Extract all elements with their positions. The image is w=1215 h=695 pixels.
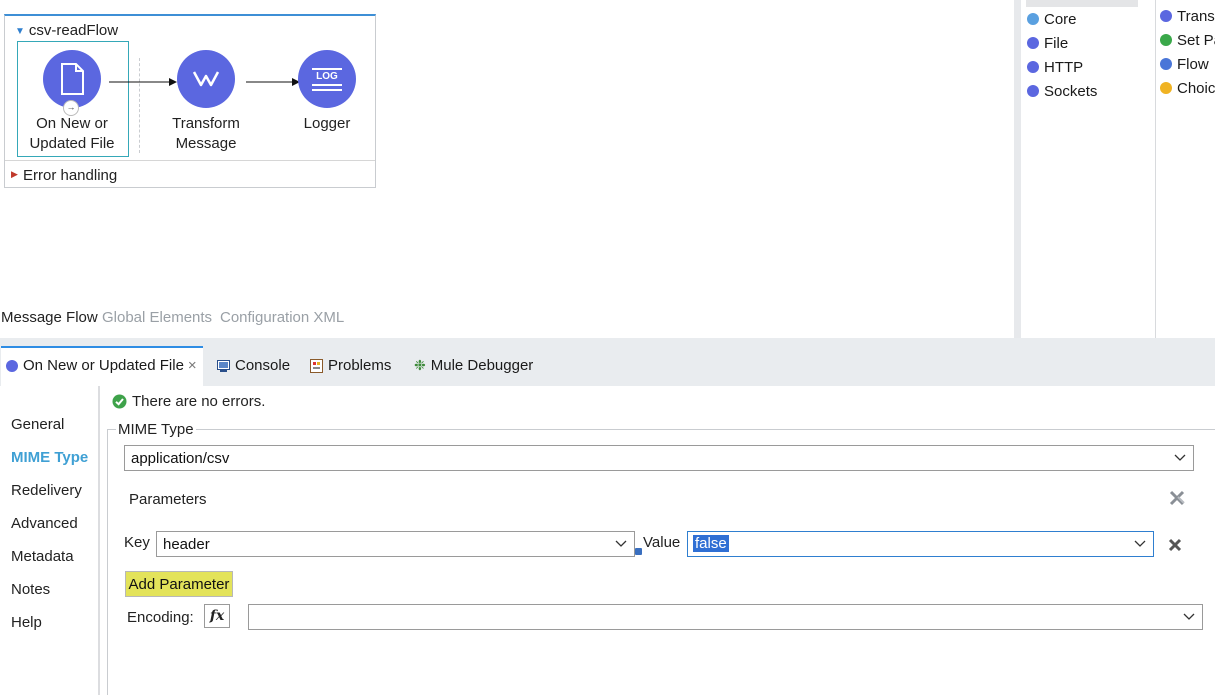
remove-parameter-icon[interactable] <box>1167 537 1183 553</box>
palette-operation-flow[interactable]: Flow <box>1160 53 1215 75</box>
palette-module-core[interactable]: Core <box>1027 8 1097 30</box>
palette-module-sockets[interactable]: Sockets <box>1027 80 1097 102</box>
expand-triangle-icon[interactable]: ▶ <box>11 169 18 180</box>
palette-item-label: Trans <box>1177 7 1215 25</box>
encoding-label: Encoding: <box>127 609 194 626</box>
parameter-key-select[interactable]: header <box>156 531 635 557</box>
connector-arrow <box>109 78 177 86</box>
expression-toggle-button[interactable]: fx <box>204 604 230 628</box>
palette-operations: Trans Set Pa Flow Choic <box>1156 0 1215 338</box>
remove-all-parameters-icon[interactable] <box>1168 489 1186 507</box>
log-icon: LOG <box>312 67 342 91</box>
favorites-item[interactable] <box>1026 0 1138 7</box>
file-icon <box>1027 37 1039 49</box>
tab-label: Problems <box>328 357 392 374</box>
palette-item-label: HTTP <box>1044 58 1084 76</box>
nav-metadata[interactable]: Metadata <box>11 548 74 565</box>
logger-node-icon[interactable]: LOG <box>298 50 356 108</box>
key-label: Key <box>124 534 150 551</box>
nav-redelivery[interactable]: Redelivery <box>11 482 82 499</box>
tab-properties-label[interactable]: On New or Updated File × <box>6 357 197 374</box>
close-icon[interactable]: × <box>188 357 197 374</box>
tab-global-elements[interactable]: Global Elements <box>102 309 212 326</box>
palette-operation-trans[interactable]: Trans <box>1160 5 1215 27</box>
transform-message-label: Transform Message <box>172 115 240 152</box>
debug-icon: ❉ <box>414 357 426 373</box>
check-circle-icon <box>112 394 127 409</box>
console-icon <box>217 359 230 372</box>
validation-status: There are no errors. <box>112 393 265 410</box>
chevron-down-icon[interactable] <box>614 536 628 550</box>
transform-icon <box>1160 10 1172 22</box>
info-icon <box>635 548 642 555</box>
encoding-select[interactable] <box>248 604 1203 630</box>
chevron-down-icon[interactable] <box>1133 536 1147 550</box>
tab-console[interactable]: Console <box>217 357 290 374</box>
error-handling-label: Error handling <box>23 167 118 184</box>
http-icon <box>1027 61 1039 73</box>
collapse-triangle-icon[interactable]: ▼ <box>15 26 25 37</box>
palette-module-file[interactable]: File <box>1027 32 1097 54</box>
nav-advanced[interactable]: Advanced <box>11 515 78 532</box>
value-label: Value <box>643 534 681 551</box>
tab-configuration-xml[interactable]: Configuration XML <box>220 309 344 326</box>
error-handling-row[interactable]: ▶ Error handling <box>5 160 375 189</box>
palette-item-label: File <box>1044 34 1069 52</box>
flow-container[interactable]: ▼ csv-readFlow → On New or Updated File Tr… <box>4 14 376 188</box>
nav-general[interactable]: General <box>11 416 64 433</box>
file-icon <box>6 359 18 372</box>
parameters-label: Parameters <box>129 491 207 508</box>
file-icon <box>61 63 84 95</box>
chevron-down-icon[interactable] <box>1182 609 1196 623</box>
flow-name: csv-readFlow <box>28 22 119 39</box>
palette-item-label: Sockets <box>1044 82 1098 100</box>
tab-label: On New or Updated File <box>23 357 184 374</box>
chevron-down-icon[interactable] <box>1173 450 1187 464</box>
palette-operation-set-pa[interactable]: Set Pa <box>1160 29 1215 51</box>
palette-modules: Core File HTTP Sockets <box>1021 0 1156 338</box>
connector-arrow <box>246 78 300 86</box>
dataweave-icon <box>192 71 220 87</box>
palette-item-label: Flow <box>1177 55 1209 73</box>
parameter-key-value: header <box>163 536 210 553</box>
flow-ref-icon <box>1160 58 1172 70</box>
tab-label: Console <box>235 357 291 374</box>
status-text: There are no errors. <box>132 393 266 410</box>
add-parameter-button[interactable]: Add Parameter <box>125 571 233 597</box>
parameter-value-selected: false <box>693 535 729 552</box>
tab-problems[interactable]: Problems <box>310 357 391 374</box>
sockets-icon <box>1027 85 1039 97</box>
nav-help[interactable]: Help <box>11 614 42 631</box>
choice-icon <box>1160 82 1172 94</box>
parameter-value-select[interactable]: false <box>687 531 1154 557</box>
source-divider <box>139 58 140 153</box>
tab-mule-debugger[interactable]: ❉ Mule Debugger <box>414 357 533 374</box>
tab-label: Mule Debugger <box>430 357 534 374</box>
set-payload-icon <box>1160 34 1172 46</box>
tab-message-flow[interactable]: Message Flow <box>1 309 98 326</box>
nav-mime-type[interactable]: MIME Type <box>11 449 88 466</box>
palette-item-label: Choic <box>1177 79 1215 97</box>
problems-icon <box>310 358 323 373</box>
on-new-file-label: On New or Updated File <box>29 115 115 152</box>
mime-type-select[interactable]: application/csv <box>124 445 1194 471</box>
properties-nav: General MIME Type Redelivery Advanced Me… <box>0 386 100 695</box>
palette-module-http[interactable]: HTTP <box>1027 56 1097 78</box>
mime-type-value: application/csv <box>131 450 230 467</box>
flow-title[interactable]: ▼ csv-readFlow <box>15 22 118 39</box>
transform-message-node-icon[interactable] <box>177 50 235 108</box>
nav-notes[interactable]: Notes <box>11 581 50 598</box>
palette-operation-choic[interactable]: Choic <box>1160 77 1215 99</box>
palette-splitter[interactable] <box>1014 0 1021 338</box>
palette-item-label: Set Pa <box>1177 31 1215 49</box>
core-icon <box>1027 13 1039 25</box>
palette-item-label: Core <box>1044 10 1077 28</box>
mime-type-group-label: MIME Type <box>116 421 196 438</box>
logger-label: Logger <box>303 115 351 132</box>
